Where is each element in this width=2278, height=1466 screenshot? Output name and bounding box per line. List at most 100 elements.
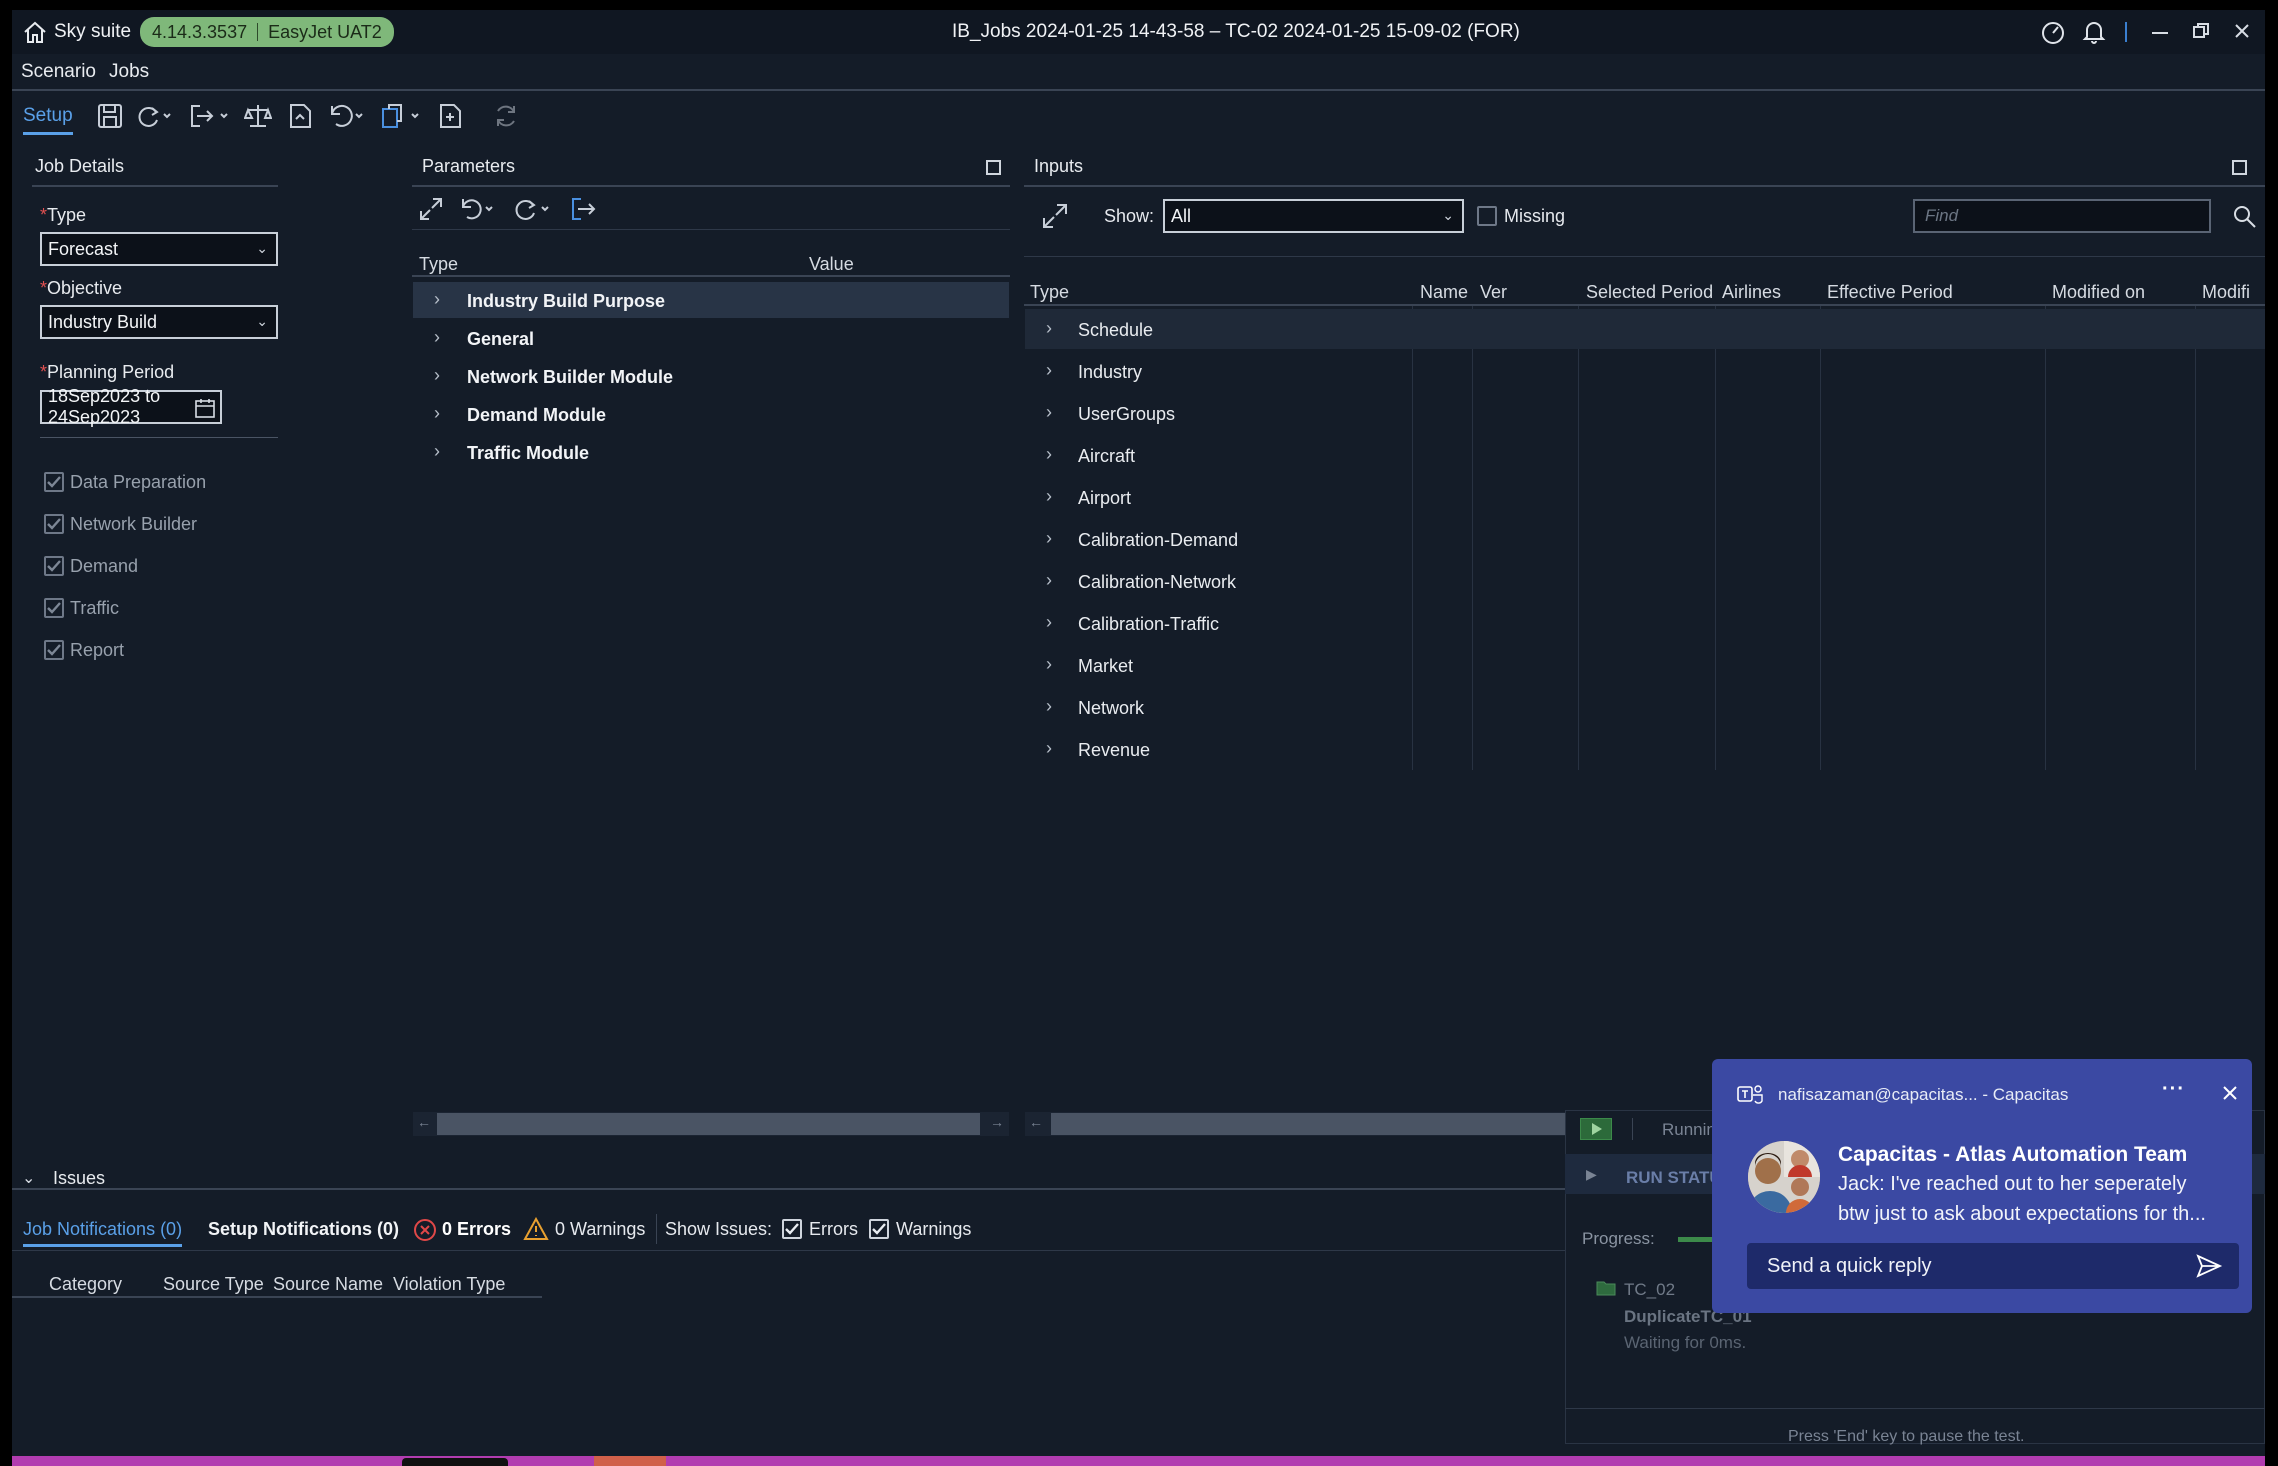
- step-checkbox[interactable]: [44, 556, 64, 576]
- inputs-divider: [1024, 185, 2265, 187]
- sync-icon[interactable]: [492, 102, 520, 135]
- save-icon[interactable]: [96, 102, 124, 135]
- scroll-right-icon[interactable]: →: [990, 1114, 1004, 1130]
- step-checkbox[interactable]: [44, 598, 64, 618]
- bell-icon[interactable]: [2082, 19, 2106, 50]
- notification-message-line1: Jack: I've reached out to her seperately: [1838, 1173, 2187, 1195]
- input-row-label: Revenue: [1078, 740, 1151, 760]
- scroll-left-icon[interactable]: ←: [417, 1114, 431, 1130]
- parameters-divider: [412, 185, 1010, 187]
- type-select[interactable]: Forecast ⌄: [40, 232, 278, 266]
- quick-reply-input[interactable]: Send a quick reply: [1747, 1243, 2239, 1289]
- close-icon[interactable]: [2234, 23, 2250, 44]
- chevron-right-icon[interactable]: ›: [1046, 696, 1052, 717]
- chevron-right-icon[interactable]: ›: [1046, 528, 1052, 549]
- expand-icon[interactable]: [418, 196, 444, 227]
- menu-scenario[interactable]: Scenario: [21, 61, 96, 83]
- chevron-right-icon[interactable]: ›: [1046, 738, 1052, 759]
- warnings-filter-checkbox[interactable]: [869, 1219, 889, 1239]
- step-checkbox[interactable]: [44, 640, 64, 660]
- chevron-right-icon[interactable]: ›: [434, 403, 440, 424]
- step-label: Data Preparation: [70, 472, 207, 492]
- export-dropdown-icon[interactable]: [188, 102, 232, 135]
- document-icon[interactable]: [286, 102, 314, 135]
- taskbar-item[interactable]: [594, 1456, 666, 1466]
- issues-filter-divider: [656, 1214, 657, 1244]
- taskbar-item[interactable]: [402, 1458, 508, 1466]
- home-icon[interactable]: [22, 20, 48, 49]
- inputs-col-modified-on: Modified on: [2052, 282, 2146, 302]
- chevron-right-icon[interactable]: ›: [434, 327, 440, 348]
- inputs-scroll-thumb[interactable]: [1051, 1113, 1571, 1135]
- issues-header-divider: [12, 1296, 542, 1298]
- planning-period-input[interactable]: 18Sep2023 to 24Sep2023: [40, 386, 222, 427]
- issues-col-source-type: Source Type: [163, 1274, 264, 1294]
- refresh-dropdown-icon[interactable]: [134, 102, 174, 135]
- balance-icon[interactable]: [243, 102, 273, 135]
- issues-col-violation-type: Violation Type: [393, 1274, 506, 1294]
- undo-dropdown-icon[interactable]: [458, 196, 498, 227]
- chevron-right-icon[interactable]: ›: [1046, 402, 1052, 423]
- notification-message-line2: btw just to ask about expectations for t…: [1838, 1203, 2206, 1225]
- chevron-right-icon[interactable]: ›: [1046, 654, 1052, 675]
- tab-setup-notifications[interactable]: Setup Notifications (0): [208, 1219, 399, 1240]
- refresh-dropdown-icon[interactable]: [512, 196, 552, 227]
- chevron-down-icon: ⌄: [256, 313, 268, 329]
- objective-select[interactable]: Industry Build ⌄: [40, 305, 278, 339]
- show-select[interactable]: All ⌄: [1163, 199, 1464, 233]
- missing-checkbox[interactable]: [1477, 206, 1497, 226]
- chevron-right-icon[interactable]: ›: [1046, 360, 1052, 381]
- input-row[interactable]: [1025, 435, 2265, 475]
- chevron-right-icon[interactable]: ›: [1046, 612, 1052, 633]
- maximize-icon[interactable]: [986, 160, 1001, 175]
- chevron-right-icon[interactable]: ›: [434, 365, 440, 386]
- step-checkbox[interactable]: [44, 472, 64, 492]
- runner-test-status: Waiting for 0ms.: [1624, 1333, 1747, 1352]
- expand-icon[interactable]: [1041, 202, 1069, 235]
- input-row[interactable]: [1025, 687, 2265, 727]
- chevron-right-icon[interactable]: ›: [1046, 486, 1052, 507]
- type-value: Forecast: [48, 238, 119, 259]
- chevron-right-icon[interactable]: ›: [1046, 570, 1052, 591]
- maximize-icon[interactable]: [2232, 160, 2247, 175]
- scroll-left-icon[interactable]: ←: [1029, 1114, 1043, 1130]
- chevron-right-icon[interactable]: ›: [434, 441, 440, 462]
- chevron-right-icon[interactable]: ›: [1046, 318, 1052, 339]
- chevron-right-icon[interactable]: ›: [434, 289, 440, 310]
- show-label: Show:: [1104, 206, 1155, 226]
- input-row[interactable]: [1025, 309, 2265, 349]
- tab-setup[interactable]: Setup: [23, 105, 73, 135]
- find-input[interactable]: Find: [1913, 199, 2211, 233]
- input-row[interactable]: [1025, 393, 2265, 433]
- chevron-right-icon[interactable]: ›: [1046, 444, 1052, 465]
- input-row[interactable]: [1025, 351, 2265, 391]
- export-icon[interactable]: [570, 196, 600, 227]
- calendar-icon[interactable]: [194, 397, 216, 424]
- more-options-icon[interactable]: ···: [2162, 1078, 2185, 1101]
- input-row[interactable]: [1025, 645, 2265, 685]
- close-icon[interactable]: [2222, 1085, 2238, 1106]
- errors-filter-checkbox[interactable]: [782, 1219, 802, 1239]
- step-label: Demand: [70, 556, 139, 576]
- parameters-toolbar-divider: [412, 229, 1010, 230]
- inputs-col-type: Type: [1030, 282, 1070, 302]
- copy-dropdown-icon[interactable]: [380, 102, 424, 135]
- input-row[interactable]: [1025, 477, 2265, 517]
- collapse-chevron-icon[interactable]: ⌄: [22, 1168, 35, 1188]
- play-icon[interactable]: [1580, 1118, 1612, 1140]
- parameters-scroll-thumb[interactable]: [437, 1113, 980, 1135]
- new-document-icon[interactable]: [436, 102, 464, 135]
- speedometer-icon[interactable]: [2040, 20, 2066, 51]
- input-row[interactable]: [1025, 729, 2265, 769]
- restore-icon[interactable]: [2192, 22, 2210, 45]
- undo-dropdown-icon[interactable]: [326, 102, 366, 135]
- issues-title: Issues: [53, 1168, 106, 1188]
- send-icon[interactable]: [2195, 1253, 2223, 1284]
- tab-job-notifications[interactable]: Job Notifications (0): [23, 1219, 183, 1247]
- menu-jobs[interactable]: Jobs: [109, 61, 149, 83]
- step-checkbox[interactable]: [44, 514, 64, 534]
- minimize-icon[interactable]: [2152, 32, 2168, 34]
- parameter-row-label: Industry Build Purpose: [467, 291, 666, 311]
- runner-folder-name: TC_02: [1624, 1280, 1676, 1299]
- search-icon[interactable]: [2232, 204, 2258, 235]
